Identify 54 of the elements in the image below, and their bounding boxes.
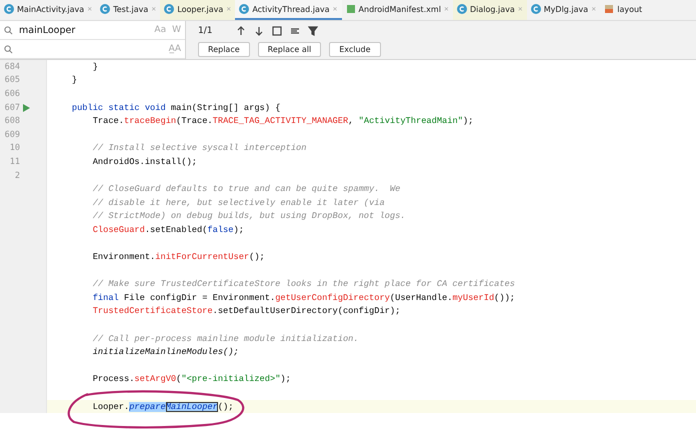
line-number: 11 — [8, 156, 20, 167]
list-icon[interactable] — [290, 26, 300, 36]
run-icon[interactable] — [23, 104, 30, 112]
class-icon — [530, 4, 541, 14]
code-line: // StrictMode) on debug builds, but using DropBox, not logs. — [92, 210, 407, 224]
tab-label: AndroidManifest.xml — [358, 4, 441, 14]
arrow-up-icon[interactable] — [236, 26, 246, 36]
arrow-down-icon[interactable] — [254, 26, 264, 36]
match-count: 1/1 — [198, 26, 212, 36]
class-icon — [100, 4, 110, 14]
code-line: AndroidOs.install(); — [92, 156, 198, 169]
search-icon — [4, 44, 13, 54]
code-line: TrustedCertificateStore.setDefaultUserDirectory(configDir); — [92, 305, 402, 318]
manifest-icon — [346, 4, 356, 14]
code-line: // Install selective syscall interception — [92, 142, 308, 156]
line-number: 606 — [4, 88, 20, 99]
code-line: } — [92, 60, 99, 74]
tab-label: ActivityThread.java — [252, 4, 330, 14]
replace-button[interactable]: Exclude — [329, 42, 381, 57]
class-icon — [164, 4, 174, 14]
line-number: 607 — [4, 102, 20, 113]
layout-icon — [604, 4, 614, 14]
replace-button[interactable]: Replace all — [258, 42, 322, 57]
tab-label: Dialog.java — [470, 4, 515, 14]
class-icon — [4, 4, 14, 14]
tab-label: Test.java — [113, 4, 148, 14]
line-number: 608 — [4, 116, 20, 126]
tab-label: layout — [617, 4, 642, 14]
line-number: 10 — [8, 143, 20, 154]
class-icon — [456, 4, 467, 14]
tab-label: MainActivity.java — [17, 4, 84, 14]
line-number: 2 — [14, 170, 20, 181]
code-line: // CloseGuard defaults to true and can be quite spammy. We — [92, 183, 402, 196]
tab-label: Looper.java — [177, 4, 224, 14]
line-number: 609 — [4, 130, 20, 140]
line-number: 605 — [4, 75, 20, 86]
code-line: Process.setArgV0("<pre-initialized>"); — [92, 373, 292, 386]
code-line: } — [70, 74, 78, 88]
class-icon — [239, 4, 250, 14]
window-icon[interactable] — [272, 26, 282, 36]
code-line: // Call per-process mainline module initialization. — [92, 332, 360, 346]
code-line: Environment.initForCurrentUser(); — [92, 251, 266, 264]
code-line: // Make sure TrustedCertificateStore looks in the right place for CA certificates — [92, 278, 516, 292]
code-line: // disable it here, but selectively enable it later (via — [92, 196, 386, 210]
filter-icon[interactable] — [308, 26, 318, 36]
code-line: initializeMainlineModules(); — [92, 346, 240, 360]
tab-label: MyDlg.java — [544, 4, 588, 14]
search-icon — [4, 26, 13, 34]
code-line: CloseGuard.setEnabled(false); — [92, 224, 245, 237]
code-line: Trace.traceBegin(Trace.TRACE_TAG_ACTIVITY_MANAGER, "ActivityThreadMain"); — [92, 115, 474, 128]
replace-button[interactable]: Replace — [198, 42, 250, 57]
line-number: 684 — [4, 62, 20, 72]
code-line: final File configDir = Environment.getUserConfigDirectory(UserHandle.myUserId()); — [92, 292, 516, 305]
code-line: public static void main(String[] args) { — [70, 102, 282, 114]
